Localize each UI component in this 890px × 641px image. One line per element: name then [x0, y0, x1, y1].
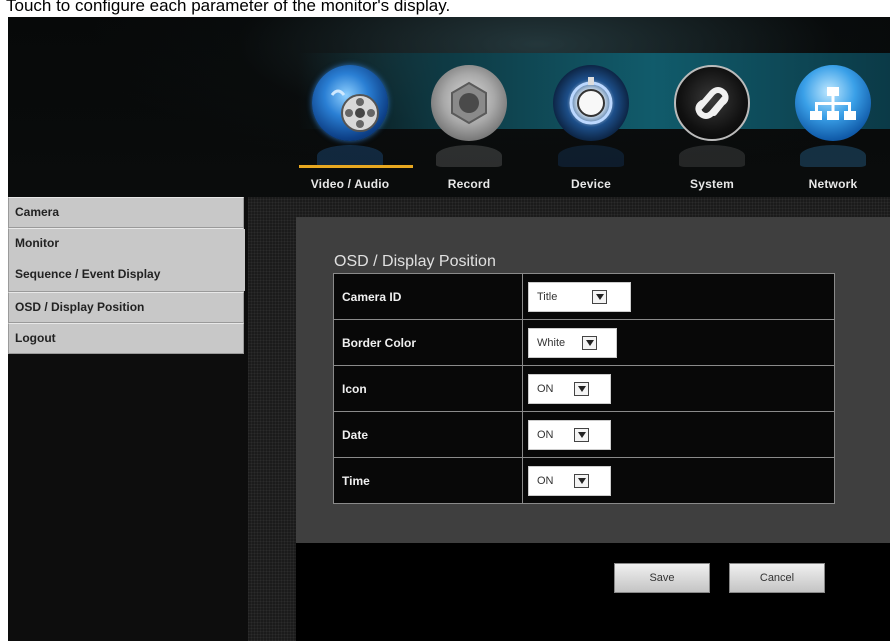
nav-label-device: Device — [571, 177, 611, 191]
table-row: Camera ID Title — [333, 273, 835, 320]
time-select[interactable]: ON — [528, 465, 611, 496]
select-value: ON — [537, 428, 554, 441]
row-label: Date — [333, 411, 523, 458]
system-icon — [674, 65, 750, 141]
record-icon — [431, 65, 507, 141]
network-icon — [795, 65, 871, 141]
settings-panel: OSD / Display Position Camera ID Title B… — [296, 217, 890, 543]
chevron-down-icon[interactable] — [574, 473, 589, 488]
options-table: Camera ID Title Border Color White Icon … — [333, 273, 835, 504]
sidebar-group-monitor: Monitor Sequence / Event Display — [8, 228, 245, 292]
chevron-down-icon[interactable] — [574, 381, 589, 396]
row-label: Border Color — [333, 319, 523, 366]
nav-label-record: Record — [447, 177, 491, 191]
save-button[interactable]: Save — [614, 563, 710, 593]
panel-title: OSD / Display Position — [334, 253, 496, 270]
select-value: ON — [537, 382, 554, 395]
table-row: Icon ON — [333, 365, 835, 412]
nav-label-network: Network — [808, 177, 858, 191]
border-color-select[interactable]: White — [528, 327, 617, 358]
icon-select[interactable]: ON — [528, 373, 611, 404]
table-row: Time ON — [333, 457, 835, 504]
cancel-button[interactable]: Cancel — [729, 563, 825, 593]
date-select[interactable]: ON — [528, 419, 611, 450]
table-row: Date ON — [333, 411, 835, 458]
device-icon — [553, 65, 629, 141]
chevron-down-icon[interactable] — [592, 289, 607, 304]
sidebar-item-osd-display-position[interactable]: OSD / Display Position — [8, 292, 244, 323]
chevron-down-icon[interactable] — [574, 427, 589, 442]
top-navigation-bar: Video / Audio Record Device System Netwo… — [8, 17, 890, 197]
sidebar-item-sequence-event-display[interactable]: Sequence / Event Display — [9, 260, 245, 291]
nav-network[interactable]: Network — [778, 65, 888, 205]
row-label: Icon — [333, 365, 523, 412]
select-value: ON — [537, 474, 554, 487]
video-audio-icon — [312, 65, 388, 141]
sidebar-item-monitor[interactable]: Monitor — [9, 229, 245, 260]
sidebar-item-camera[interactable]: Camera — [8, 197, 244, 228]
nav-video-audio[interactable]: Video / Audio — [295, 65, 413, 205]
nav-label-video-audio: Video / Audio — [310, 177, 390, 191]
chevron-down-icon[interactable] — [582, 335, 597, 350]
sidebar-menu: Camera Monitor Sequence / Event Display … — [8, 197, 246, 354]
nav-system[interactable]: System — [657, 65, 767, 205]
select-value: Title — [537, 290, 558, 303]
sidebar-item-logout[interactable]: Logout — [8, 323, 244, 354]
row-label: Camera ID — [333, 273, 523, 320]
table-row: Border Color White — [333, 319, 835, 366]
camera-id-select[interactable]: Title — [528, 281, 631, 312]
dvr-screen: Video / Audio Record Device System Netwo… — [8, 17, 890, 641]
nav-label-system: System — [690, 177, 734, 191]
nav-device[interactable]: Device — [536, 65, 646, 205]
row-label: Time — [333, 457, 523, 504]
nav-record[interactable]: Record — [414, 65, 524, 205]
active-tab-underline — [299, 165, 413, 168]
select-value: White — [537, 336, 566, 349]
